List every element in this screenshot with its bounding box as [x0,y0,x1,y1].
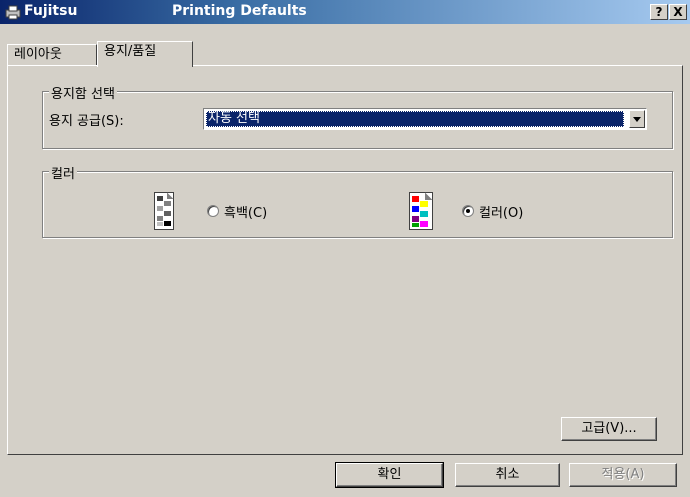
color-document-icon [409,192,433,230]
apply-button[interactable]: 적용(A) [569,463,677,487]
printer-icon [5,5,21,20]
color-group: 컬러 흑백(C) 컬러(O) [42,163,673,238]
tab-paper-quality[interactable]: 용지/품질 [97,41,193,67]
color-label[interactable]: 컬러(O) [479,202,523,221]
monochrome-radio[interactable] [207,205,219,217]
chevron-down-icon [633,117,641,122]
paper-source-group: 용지함 선택 용지 공급(S): 자동 선택 [42,83,673,149]
advanced-button[interactable]: 고급(V)... [561,417,657,441]
cancel-button[interactable]: 취소 [455,463,560,487]
dropdown-arrow-button[interactable] [629,110,645,128]
tab-panel-paper-quality: 용지함 선택 용지 공급(S): 자동 선택 컬러 흑백(C) 컬러(O) 고급… [7,65,683,455]
tab-layout[interactable]: 레이아웃 [7,44,97,66]
color-legend: 컬러 [49,163,77,182]
close-button[interactable]: X [669,4,687,20]
window-title-vendor: Fujitsu [24,3,78,19]
help-button[interactable]: ? [650,4,668,20]
monochrome-label[interactable]: 흑백(C) [224,202,267,221]
paper-source-selected-value: 자동 선택 [206,111,624,127]
paper-source-select[interactable]: 자동 선택 [203,108,647,130]
ok-button[interactable]: 확인 [335,462,444,488]
title-bar[interactable]: Fujitsu Printing Defaults ? X [0,0,690,24]
paper-source-legend: 용지함 선택 [49,83,117,102]
paper-source-label: 용지 공급(S): [49,114,124,129]
color-radio[interactable] [462,205,474,217]
window-title: Printing Defaults [172,3,307,19]
grayscale-document-icon [154,192,174,230]
radio-selected-dot [466,209,470,213]
